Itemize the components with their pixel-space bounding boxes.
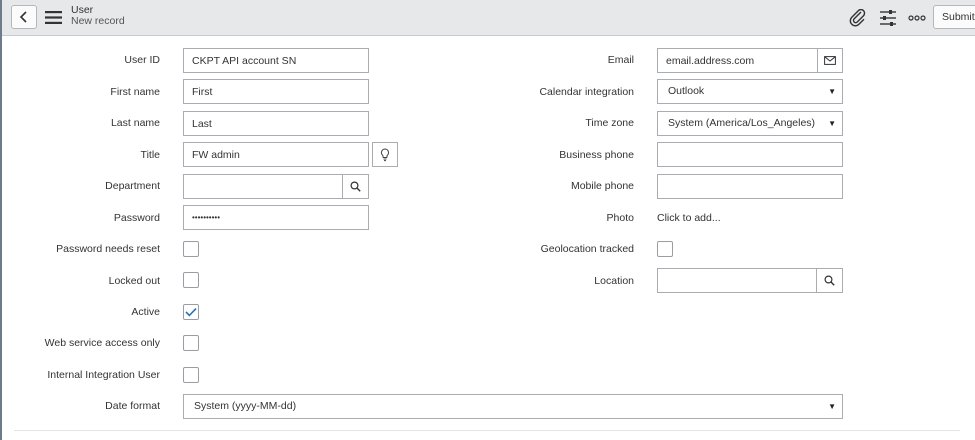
form-bottom-divider <box>14 430 960 431</box>
geolocation-tracked-label: Geolocation tracked <box>540 243 634 255</box>
calendar-integration-select[interactable]: Outlook ▼ <box>657 79 843 104</box>
web-service-access-only-checkbox[interactable] <box>183 335 199 351</box>
user-id-label: User ID <box>124 54 160 66</box>
internal-integration-user-checkbox[interactable] <box>183 367 199 383</box>
time-zone-value: System (America/Los_Angeles) <box>668 117 816 129</box>
checkmark-icon <box>185 308 197 317</box>
search-icon <box>350 181 361 192</box>
email-label: Email <box>607 54 634 66</box>
internal-integration-user-label: Internal Integration User <box>47 369 160 381</box>
more-options-icon[interactable] <box>907 9 927 27</box>
locked-out-checkbox[interactable] <box>183 272 199 288</box>
title-suggestion-button[interactable] <box>372 142 398 167</box>
form-header: User New record Submit <box>2 0 975 36</box>
date-format-select[interactable]: System (yyyy-MM-dd) ▼ <box>183 394 843 419</box>
envelope-icon <box>824 56 836 65</box>
first-name-label: First name <box>110 86 160 98</box>
dropdown-arrow-icon: ▼ <box>828 87 836 96</box>
chevron-left-icon <box>19 11 27 23</box>
lightbulb-icon <box>380 147 390 161</box>
date-format-label: Date format <box>105 400 160 412</box>
calendar-integration-label: Calendar integration <box>539 86 634 98</box>
photo-upload-link[interactable]: Click to add... <box>657 206 721 230</box>
first-name-input[interactable] <box>183 79 369 104</box>
password-input[interactable]: •••••••••• <box>183 205 369 230</box>
active-checkbox[interactable] <box>183 304 199 320</box>
business-phone-label: Business phone <box>559 149 634 161</box>
locked-out-label: Locked out <box>108 275 160 287</box>
submit-button[interactable]: Submit <box>933 5 975 29</box>
password-needs-reset-label: Password needs reset <box>56 243 160 255</box>
record-title-block: User New record <box>71 5 125 27</box>
dropdown-arrow-icon: ▼ <box>828 119 836 128</box>
location-lookup-button[interactable] <box>816 268 843 293</box>
business-phone-input[interactable] <box>657 142 843 167</box>
calendar-integration-value: Outlook <box>668 85 705 97</box>
back-button[interactable] <box>11 5 37 29</box>
password-label: Password <box>113 212 160 224</box>
date-format-value: System (yyyy-MM-dd) <box>194 400 297 412</box>
password-needs-reset-checkbox[interactable] <box>183 241 199 257</box>
location-input[interactable] <box>657 268 818 293</box>
user-id-input[interactable] <box>183 48 369 73</box>
send-email-button[interactable] <box>817 48 843 73</box>
last-name-label: Last name <box>110 117 160 129</box>
last-name-input[interactable] <box>183 111 369 136</box>
time-zone-select[interactable]: System (America/Los_Angeles) ▼ <box>657 111 843 136</box>
title-input[interactable] <box>183 142 369 167</box>
time-zone-label: Time zone <box>585 117 634 129</box>
sliders-icon[interactable] <box>878 9 898 27</box>
web-service-access-only-label: Web service access only <box>44 337 160 349</box>
paperclip-icon[interactable] <box>848 9 868 27</box>
hamburger-menu-icon[interactable] <box>45 11 62 24</box>
email-input[interactable] <box>657 48 819 73</box>
dropdown-arrow-icon: ▼ <box>828 402 836 411</box>
title-label: Title <box>140 149 160 161</box>
search-icon <box>824 275 835 286</box>
mobile-phone-input[interactable] <box>657 174 843 199</box>
department-input[interactable] <box>183 174 343 199</box>
photo-label: Photo <box>606 212 634 224</box>
location-label: Location <box>594 275 634 287</box>
department-label: Department <box>105 180 160 192</box>
geolocation-tracked-checkbox[interactable] <box>657 241 673 257</box>
mobile-phone-label: Mobile phone <box>570 180 634 192</box>
page-subtitle: New record <box>71 15 125 27</box>
department-lookup-button[interactable] <box>342 174 369 199</box>
active-label: Active <box>131 306 160 318</box>
